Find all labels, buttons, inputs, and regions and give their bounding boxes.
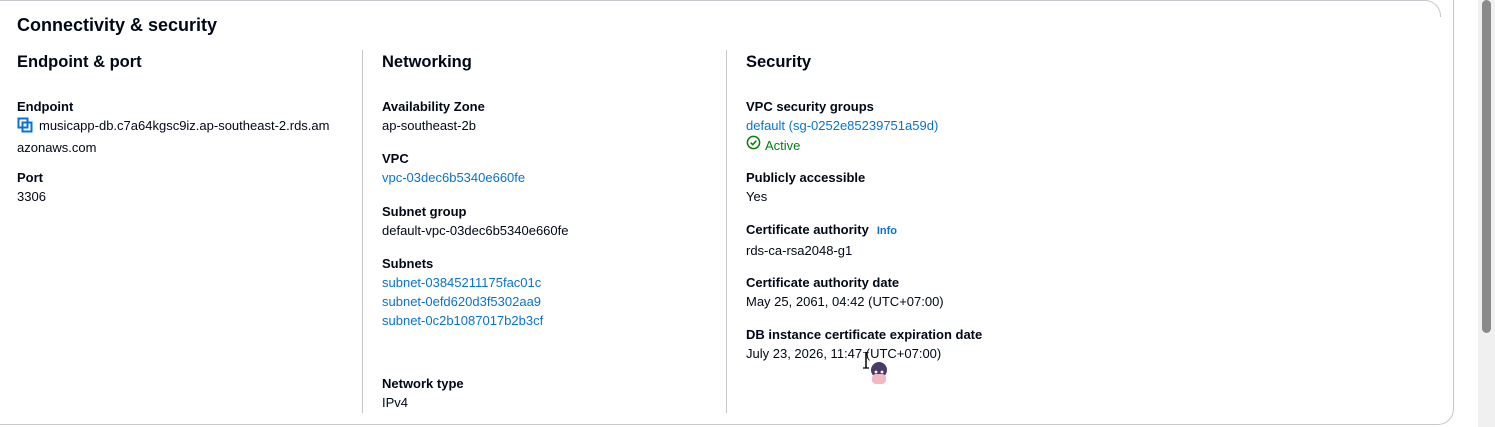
scrollbar-thumb[interactable] — [1482, 0, 1491, 333]
subnets-label: Subnets — [382, 256, 434, 271]
endpoint-label: Endpoint — [17, 99, 74, 114]
availability-zone-field: Availability Zone ap-southeast-2b — [382, 97, 485, 135]
subnet-group-value: default-vpc-03dec6b5340e660fe — [382, 223, 569, 238]
vpc-security-groups-field: VPC security groups default (sg-0252e852… — [746, 97, 938, 155]
endpoint-port-heading: Endpoint & port — [17, 53, 142, 71]
mouse-cursor-icon — [862, 351, 892, 391]
panel-title: Connectivity & security — [17, 15, 218, 35]
endpoint-value: musicapp-db.c7a64kgsc9iz.ap-southeast-2.… — [39, 118, 330, 133]
column-divider — [726, 50, 727, 413]
endpoint-value-continued: azonaws.com — [17, 140, 97, 155]
az-label: Availability Zone — [382, 99, 485, 114]
connectivity-security-panel — [0, 0, 1454, 425]
subnet-group-field: Subnet group default-vpc-03dec6b5340e660… — [382, 202, 568, 240]
subnet-link[interactable]: subnet-0c2b1087017b2b3cf — [382, 311, 543, 330]
network-type-field: Network type IPv4 — [382, 374, 464, 412]
ca-label-row: Certificate authority Info — [746, 220, 897, 241]
ca-date-label: Certificate authority date — [746, 275, 900, 290]
cert-exp-label: DB instance certificate expiration date — [746, 327, 983, 342]
subnet-link[interactable]: subnet-0efd620d3f5302aa9 — [382, 292, 543, 311]
public-label: Publicly accessible — [746, 170, 866, 185]
port-label: Port — [17, 170, 43, 185]
networking-heading: Networking — [382, 53, 472, 71]
copy-icon[interactable] — [17, 117, 33, 138]
subnets-field: Subnets subnet-03845211175fac01c subnet-… — [382, 254, 543, 330]
az-value: ap-southeast-2b — [382, 118, 476, 133]
security-heading: Security — [746, 53, 812, 71]
network-type-value: IPv4 — [382, 395, 409, 410]
subnet-group-label: Subnet group — [382, 204, 467, 219]
endpoint-value-wrap: musicapp-db.c7a64kgsc9iz.ap-southeast-2.… — [17, 116, 357, 157]
publicly-accessible-field: Publicly accessible Yes — [746, 168, 865, 206]
vpc-link[interactable]: vpc-03dec6b5340e660fe — [382, 168, 525, 187]
endpoint-field: Endpoint musicapp-db.c7a64kgsc9iz.ap-sou… — [17, 97, 357, 157]
subnet-link[interactable]: subnet-03845211175fac01c — [382, 273, 543, 292]
ca-label: Certificate authority — [746, 222, 869, 237]
column-divider — [362, 50, 363, 413]
vpc-sg-label: VPC security groups — [746, 99, 874, 114]
check-circle-icon — [746, 135, 761, 155]
ca-date-value: May 25, 2061, 04:42 (UTC+07:00) — [746, 294, 944, 309]
vpc-field: VPC vpc-03dec6b5340e660fe — [382, 149, 525, 187]
ca-date-field: Certificate authority date May 25, 2061,… — [746, 273, 944, 311]
port-value: 3306 — [17, 189, 46, 204]
certificate-authority-field: Certificate authority Info rds-ca-rsa2048… — [746, 220, 897, 260]
port-field: Port 3306 — [17, 168, 46, 206]
vpc-sg-link[interactable]: default (sg-0252e85239751a59d) — [746, 116, 938, 135]
network-type-label: Network type — [382, 376, 464, 391]
info-link[interactable]: Info — [877, 225, 897, 237]
status-badge: Active — [746, 135, 938, 155]
vpc-label: VPC — [382, 151, 409, 166]
ca-value: rds-ca-rsa2048-g1 — [746, 243, 853, 258]
status-text: Active — [765, 137, 801, 153]
public-value: Yes — [746, 189, 768, 204]
vertical-scrollbar[interactable] — [1478, 0, 1495, 427]
